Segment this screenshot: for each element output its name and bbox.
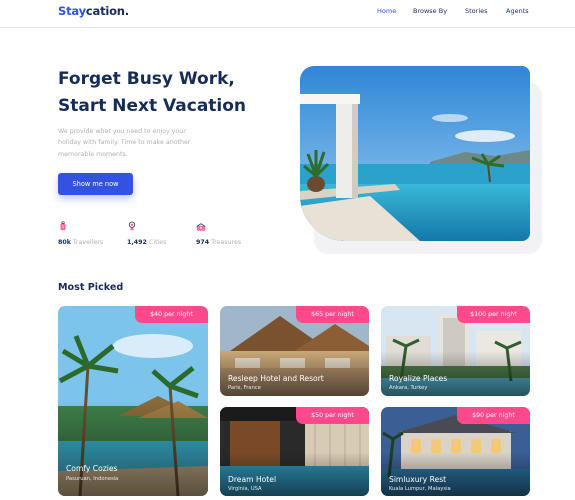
stat-treasures: 974 Treasures — [196, 239, 242, 246]
property-name: Dream Hotel — [228, 475, 277, 484]
show-me-now-button[interactable]: Show me now — [58, 173, 133, 195]
nav-browse-by[interactable]: Browse By — [413, 7, 447, 15]
property-card-resleep-hotel[interactable]: $65 per night Resleep Hotel and Resort P… — [220, 306, 369, 396]
property-name: Resleep Hotel and Resort — [228, 374, 324, 383]
hero-image — [300, 66, 530, 241]
price-badge: $90 per night — [457, 407, 530, 424]
most-picked-title: Most Picked — [58, 282, 124, 293]
property-name: Simluxury Rest — [389, 475, 447, 484]
nav-home[interactable]: Home — [377, 7, 396, 15]
property-name: Comfy Cozies — [66, 464, 118, 473]
property-card-royalize-places[interactable]: $100 per night Royalize Places Ankara, T… — [381, 306, 530, 396]
property-location: Kuala Lumpur, Malaysia — [389, 486, 451, 492]
price-badge: $100 per night — [457, 306, 530, 323]
property-name: Royalize Places — [389, 374, 448, 383]
hero-title: Forget Busy Work, Start Next Vacation — [58, 69, 247, 116]
property-card-comfy-cozies[interactable]: $40 per night Comfy Cozies Pasuruan, Ind… — [58, 306, 208, 496]
property-card-dream-hotel[interactable]: $50 per night Dream Hotel Virginia, USA — [220, 407, 369, 496]
property-location: Paris, France — [228, 385, 261, 391]
price-badge: $65 per night — [296, 306, 369, 323]
traveler-icon — [60, 221, 66, 231]
navbar: Staycation. Home Browse By Stories Agent… — [0, 0, 575, 28]
property-location: Virginia, USA — [228, 486, 262, 492]
property-card-simluxury-rest[interactable]: $90 per night Simluxury Rest Kuala Lumpu… — [381, 407, 530, 496]
nav-stories[interactable]: Stories — [465, 7, 488, 15]
nav-agents[interactable]: Agents — [506, 7, 529, 15]
brand-logo[interactable]: Staycation. — [58, 4, 129, 18]
price-badge: $50 per night — [296, 407, 369, 424]
stat-travellers: 80k Travellers — [58, 239, 104, 246]
hero-description: We provide what you need to enjoy your h… — [58, 128, 191, 158]
stat-cities: 1,492 Cities — [127, 239, 167, 246]
property-location: Pasuruan, Indonesia — [66, 476, 119, 482]
property-location: Ankara, Turkey — [389, 385, 428, 391]
treasure-icon — [196, 223, 206, 231]
price-badge: $40 per night — [135, 306, 208, 323]
camera-icon — [128, 221, 136, 231]
